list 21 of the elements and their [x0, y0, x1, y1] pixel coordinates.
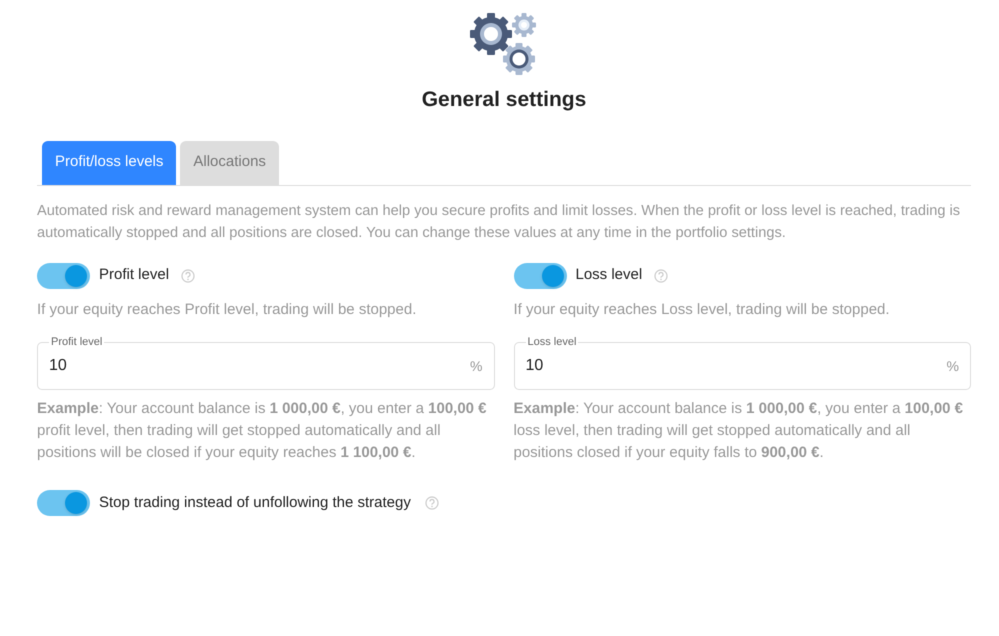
value-input[interactable]: 10 [526, 348, 947, 378]
number-field[interactable]: Profit level 10 % [37, 336, 494, 390]
unit-label: % [470, 356, 482, 376]
field-label: Profit level [50, 336, 104, 348]
toggle-switch[interactable] [37, 262, 90, 288]
value-input[interactable]: 10 [49, 348, 470, 378]
toggle-switch[interactable] [37, 490, 90, 516]
page-title: General settings [422, 87, 586, 113]
example-text: Example: Your account balance is 1 000,00 €, you enter a 100,00 € loss level, then trading will get stopped automatically and all positions closed if your equity falls to 900,00 €. [514, 399, 964, 463]
example-text: Example: Your account balance is 1 000,00 €, you enter a 100,00 € profit level, then trading will get stopped automatically and all positions will be closed if your equity reaches 1 100,00 €. [37, 399, 488, 463]
toggle-label: Stop trading instead of unfollowing the strategy [99, 492, 411, 513]
hint-text: If your equity reaches Profit level, trading will be stopped. [37, 300, 418, 320]
tab[interactable]: Profit/loss levels [42, 140, 176, 184]
field-label: Loss level [526, 336, 578, 348]
toggle-switch[interactable] [514, 262, 566, 288]
intro-text: Automated risk and reward management system can help you secure profits and limit losses. When the profit or loss level is reached, trading is automatically stopped and all positions are closed. You can change these values at any time in the portfolio settings. [37, 202, 962, 242]
toggle-label: Profit level [99, 265, 170, 286]
toggle-label: Loss level [576, 265, 642, 286]
hint-text: If your equity reaches Loss level, trading will be stopped. [514, 300, 891, 320]
unit-label: % [946, 356, 959, 376]
number-field[interactable]: Loss level 10 % [514, 336, 971, 390]
